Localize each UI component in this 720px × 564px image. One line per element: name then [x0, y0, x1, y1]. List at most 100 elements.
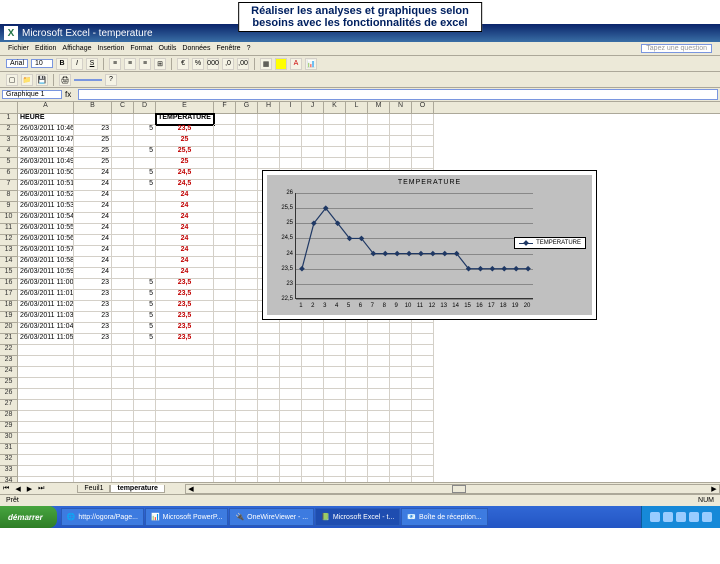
cell[interactable]	[390, 345, 412, 356]
cell[interactable]	[324, 422, 346, 433]
horizontal-scrollbar[interactable]: ◀ ▶	[185, 484, 720, 494]
cell[interactable]	[236, 345, 258, 356]
cell[interactable]	[280, 114, 302, 125]
cell[interactable]: 25	[156, 136, 214, 147]
cell[interactable]: 26/03/2011 10:55 C	[18, 224, 74, 235]
cell[interactable]	[74, 389, 112, 400]
cell[interactable]	[214, 257, 236, 268]
cell[interactable]: 5	[134, 125, 156, 136]
cell[interactable]: 24	[156, 213, 214, 224]
col-header-B[interactable]: B	[74, 102, 112, 113]
cell[interactable]	[346, 136, 368, 147]
cell[interactable]	[214, 477, 236, 482]
cell[interactable]	[134, 356, 156, 367]
cell[interactable]	[302, 444, 324, 455]
cell[interactable]: 24	[156, 257, 214, 268]
cell[interactable]	[134, 444, 156, 455]
cell[interactable]	[346, 356, 368, 367]
cell[interactable]	[18, 378, 74, 389]
cell[interactable]	[368, 400, 390, 411]
cell[interactable]	[280, 389, 302, 400]
underline-button[interactable]: S	[86, 58, 98, 70]
cell[interactable]	[324, 444, 346, 455]
cell[interactable]	[412, 455, 434, 466]
cell[interactable]	[412, 356, 434, 367]
cell[interactable]	[390, 378, 412, 389]
task-btn-browser[interactable]: 🌐http://ogora/Page...	[61, 508, 144, 526]
row-header[interactable]: 34	[0, 477, 18, 482]
cell[interactable]	[74, 444, 112, 455]
cell[interactable]	[156, 411, 214, 422]
cell[interactable]	[18, 466, 74, 477]
cell[interactable]	[112, 158, 134, 169]
cell[interactable]	[324, 147, 346, 158]
cell[interactable]	[214, 290, 236, 301]
cell[interactable]	[236, 202, 258, 213]
cell[interactable]	[236, 400, 258, 411]
cell[interactable]	[18, 367, 74, 378]
row-header[interactable]: 2	[0, 125, 18, 136]
cell[interactable]	[134, 477, 156, 482]
cell[interactable]	[112, 466, 134, 477]
cell[interactable]: 24	[156, 224, 214, 235]
cell[interactable]	[236, 323, 258, 334]
cell[interactable]: 23	[74, 334, 112, 345]
cell[interactable]	[302, 455, 324, 466]
cell[interactable]	[236, 169, 258, 180]
cell[interactable]	[390, 422, 412, 433]
menu-edition[interactable]: Edition	[35, 45, 56, 52]
cell[interactable]	[258, 136, 280, 147]
cell[interactable]	[346, 433, 368, 444]
cell[interactable]: 24	[74, 235, 112, 246]
cell[interactable]	[134, 345, 156, 356]
cell[interactable]	[214, 323, 236, 334]
cell[interactable]	[280, 433, 302, 444]
cell[interactable]: 24	[74, 202, 112, 213]
cell[interactable]	[280, 466, 302, 477]
cell[interactable]	[346, 444, 368, 455]
row-header[interactable]: 9	[0, 202, 18, 213]
increase-decimal-button[interactable]: ,0	[222, 58, 234, 70]
cell[interactable]: 26/03/2011 10:49 C	[18, 158, 74, 169]
cell[interactable]	[368, 147, 390, 158]
menu-fenetre[interactable]: Fenêtre	[216, 45, 240, 52]
cell[interactable]	[324, 158, 346, 169]
cell[interactable]: 26/03/2011 11:02 C	[18, 301, 74, 312]
cell[interactable]: 24	[74, 257, 112, 268]
row-header[interactable]: 26	[0, 389, 18, 400]
cell[interactable]	[412, 466, 434, 477]
cell[interactable]	[258, 125, 280, 136]
cell[interactable]	[280, 455, 302, 466]
menu-format[interactable]: Format	[130, 45, 152, 52]
cell[interactable]	[74, 345, 112, 356]
menu-help[interactable]: ?	[247, 45, 251, 52]
tray-icon[interactable]	[689, 512, 699, 522]
cell[interactable]	[324, 455, 346, 466]
cell[interactable]	[368, 125, 390, 136]
cell[interactable]	[18, 345, 74, 356]
cell[interactable]	[112, 257, 134, 268]
cell[interactable]	[236, 356, 258, 367]
cell[interactable]: 26/03/2011 11:00 C	[18, 279, 74, 290]
cell[interactable]	[368, 323, 390, 334]
row-header[interactable]: 3	[0, 136, 18, 147]
row-header[interactable]: 8	[0, 191, 18, 202]
chart-button[interactable]: 📊	[305, 58, 317, 70]
cell[interactable]	[346, 147, 368, 158]
cell[interactable]: 23,5	[156, 301, 214, 312]
cell[interactable]	[368, 477, 390, 482]
cell[interactable]	[412, 477, 434, 482]
row-header[interactable]: 18	[0, 301, 18, 312]
cell[interactable]	[214, 213, 236, 224]
cell[interactable]: 24	[156, 202, 214, 213]
cell[interactable]: 23	[74, 312, 112, 323]
cell[interactable]: 26/03/2011 10:59 C	[18, 268, 74, 279]
italic-button[interactable]: I	[71, 58, 83, 70]
cell[interactable]	[112, 400, 134, 411]
open-button[interactable]: 📁	[21, 74, 33, 86]
cell[interactable]	[156, 466, 214, 477]
cell[interactable]	[236, 224, 258, 235]
cell[interactable]	[324, 389, 346, 400]
cell[interactable]	[280, 400, 302, 411]
cell[interactable]: 24	[156, 191, 214, 202]
